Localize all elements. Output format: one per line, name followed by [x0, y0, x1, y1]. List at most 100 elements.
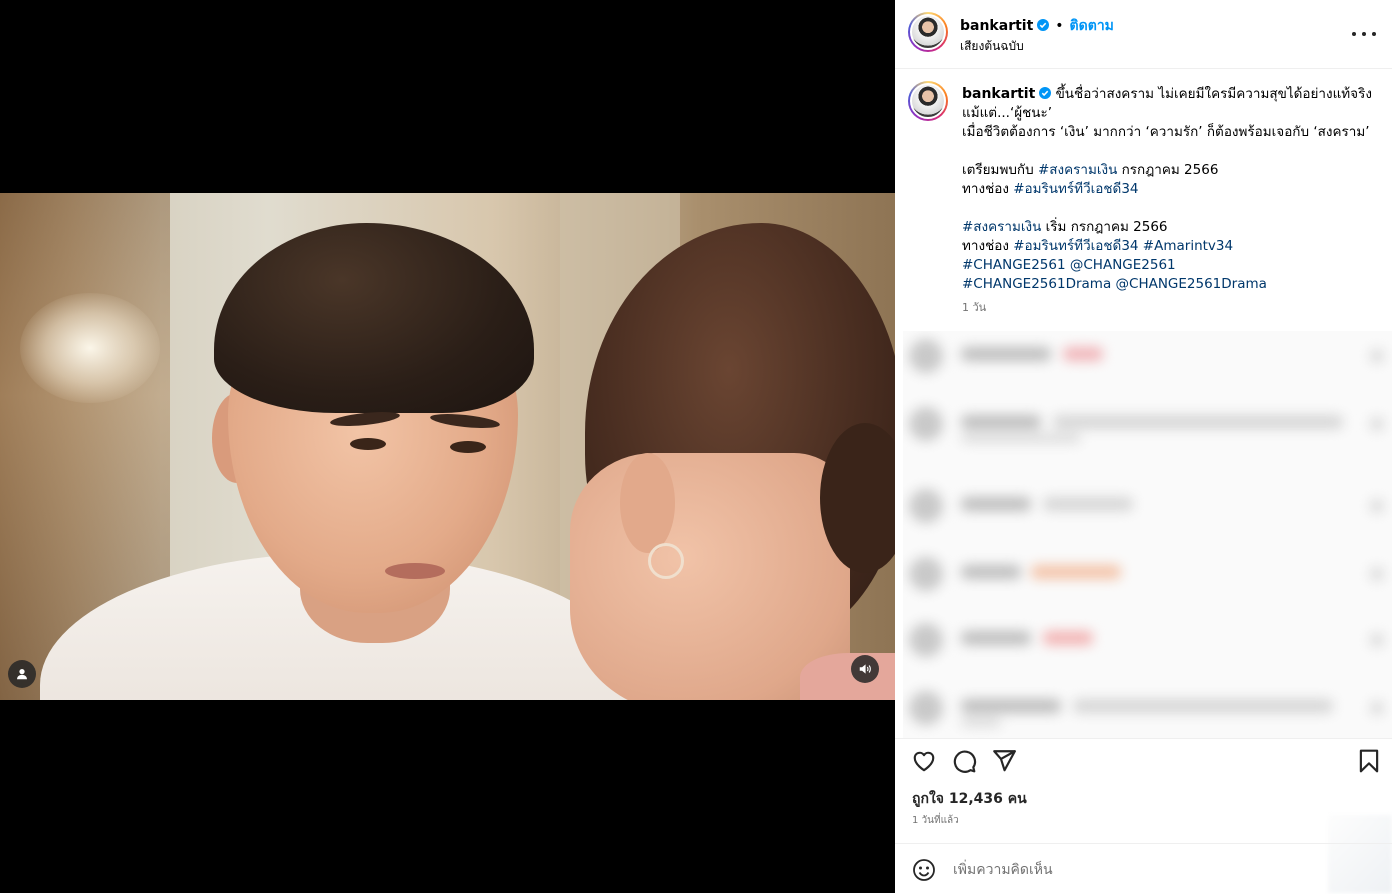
caption-line: #CHANGE2561 @CHANGE2561	[962, 256, 1362, 275]
comment-like-icon	[1370, 701, 1384, 715]
more-options-icon	[1372, 32, 1376, 36]
comment-icon	[953, 750, 977, 773]
avatar-image	[910, 14, 946, 50]
comment-author	[961, 565, 1021, 579]
video-figure	[648, 543, 684, 579]
caption-text: ขึ้นชื่อว่าสงคราม ไม่เคยมีใครมีความสุขได…	[1055, 86, 1372, 102]
comment-avatar	[909, 407, 943, 441]
author-avatar[interactable]	[908, 12, 948, 52]
caption-line: ทางช่อง #อมรินทร์ทีวีเอชดี34 #Amarintv34	[962, 237, 1362, 256]
emoji-icon	[913, 859, 935, 881]
comment-text	[1031, 565, 1121, 579]
caption-author-avatar[interactable]	[908, 81, 948, 121]
verified-badge-icon	[1039, 87, 1052, 99]
caption-text: กรกฎาคม 2566	[1121, 162, 1219, 178]
comment-like-icon	[1370, 349, 1384, 363]
hashtag-link[interactable]: #สงครามเงิน	[1038, 162, 1117, 178]
comment-like-icon	[1370, 633, 1384, 647]
post-details-panel: bankartit • ติดตาม เสียงต้นฉบับ bankartit …	[895, 0, 1392, 893]
post-header: bankartit • ติดตาม เสียงต้นฉบับ	[895, 0, 1392, 69]
hashtag-link[interactable]: #CHANGE2561	[962, 257, 1066, 273]
audio-label[interactable]: เสียงต้นฉบับ	[960, 37, 1024, 56]
comment-button[interactable]	[951, 748, 977, 774]
verified-badge-icon	[1037, 19, 1050, 31]
separator-dot: •	[1055, 18, 1064, 34]
comment-like-icon	[1370, 499, 1384, 513]
follow-button[interactable]: ติดตาม	[1070, 18, 1114, 34]
caption-text: แม้แต่...‘ผู้ชนะ’	[962, 105, 1053, 121]
mention-link[interactable]: @CHANGE2561	[1070, 257, 1176, 273]
comment-text	[1073, 699, 1333, 713]
more-options-icon	[1362, 32, 1366, 36]
mention-link[interactable]: @CHANGE2561Drama	[1116, 276, 1267, 292]
save-button[interactable]	[1356, 748, 1382, 774]
comment-like-icon	[1370, 417, 1384, 431]
comment-author	[961, 631, 1031, 645]
share-icon	[993, 750, 1016, 772]
likes-count[interactable]: ถูกใจ 12,436 คน	[912, 788, 1027, 810]
caption-line: #CHANGE2561Drama @CHANGE2561Drama	[962, 275, 1362, 294]
comment-author	[961, 415, 1041, 429]
author-username[interactable]: bankartit	[960, 18, 1033, 34]
caption-text: เมื่อชีวิตต้องการ ‘เงิน’ มากกว่า ‘ความรั…	[962, 124, 1370, 140]
caption-line: bankartit ขึ้นชื่อว่าสงคราม ไม่เคยมีใครม…	[962, 85, 1372, 104]
comment-avatar	[909, 557, 943, 591]
user-tag-icon	[17, 669, 27, 680]
comment-author	[961, 497, 1031, 511]
comment-author	[961, 347, 1051, 361]
user-tag-button[interactable]	[8, 660, 36, 688]
comment-text	[1053, 415, 1343, 429]
video-figure	[350, 438, 386, 450]
avatar-image	[910, 83, 946, 119]
caption-line: เตรียมพบกับ #สงครามเงิน กรกฎาคม 2566	[962, 161, 1362, 180]
caption-username[interactable]: bankartit	[962, 86, 1035, 102]
comment-text	[1043, 631, 1093, 645]
post-actions	[895, 738, 1392, 781]
list-item	[903, 615, 1392, 665]
share-button[interactable]	[991, 748, 1017, 774]
comment-text	[961, 717, 1001, 727]
comment-input[interactable]	[951, 858, 1335, 882]
more-options-button[interactable]	[1352, 24, 1376, 44]
caption-text: ทางช่อง	[962, 181, 1009, 197]
list-item	[903, 549, 1392, 599]
caption-text: ทางช่อง	[962, 238, 1009, 254]
comment-author	[961, 699, 1061, 713]
more-options-icon	[1352, 32, 1356, 36]
audio-toggle-button[interactable]	[851, 655, 879, 683]
list-item	[903, 399, 1392, 449]
comment-text	[1063, 347, 1103, 361]
video-background-lamp	[20, 293, 160, 403]
post-timestamp[interactable]: 1 วันที่แล้ว	[912, 813, 959, 828]
comment-text	[1043, 497, 1133, 511]
caption-area: bankartit ขึ้นชื่อว่าสงคราม ไม่เคยมีใครม…	[895, 69, 1392, 331]
author-line: bankartit • ติดตาม	[960, 15, 1114, 37]
post-caption: bankartit ขึ้นชื่อว่าสงคราม ไม่เคยมีใครม…	[962, 85, 1372, 317]
hashtag-link[interactable]: #สงครามเงิน	[962, 219, 1041, 235]
list-item	[903, 683, 1392, 733]
like-button[interactable]	[911, 748, 937, 774]
video-figure	[800, 653, 895, 700]
video-player[interactable]	[0, 193, 895, 700]
caption-timestamp: 1 วัน	[962, 301, 987, 314]
hashtag-link[interactable]: #อมรินทร์ทีวีเอชดี34	[1013, 181, 1138, 197]
hashtag-link[interactable]: #Amarintv34	[1143, 238, 1233, 254]
emoji-button[interactable]	[912, 858, 936, 882]
post-media	[0, 0, 895, 893]
caption-text: เตรียมพบกับ	[962, 162, 1034, 178]
hashtag-link[interactable]: #อมรินทร์ทีวีเอชดี34	[1013, 238, 1138, 254]
comment-avatar	[909, 339, 943, 373]
comment-avatar	[909, 691, 943, 725]
video-figure	[214, 223, 534, 413]
caption-line: ทางช่อง #อมรินทร์ทีวีเอชดี34	[962, 180, 1362, 199]
speaker-icon	[859, 664, 871, 674]
comments-list	[903, 331, 1392, 738]
video-figure	[385, 563, 445, 579]
hashtag-link[interactable]: #CHANGE2561Drama	[962, 276, 1111, 292]
caption-line: #สงครามเงิน เริ่ม กรกฎาคม 2566	[962, 218, 1362, 237]
caption-text: เริ่ม กรกฎาคม 2566	[1045, 219, 1168, 235]
bookmark-icon	[1359, 749, 1379, 773]
video-figure	[620, 453, 675, 553]
comment-text	[961, 433, 1081, 443]
video-figure	[450, 441, 486, 453]
